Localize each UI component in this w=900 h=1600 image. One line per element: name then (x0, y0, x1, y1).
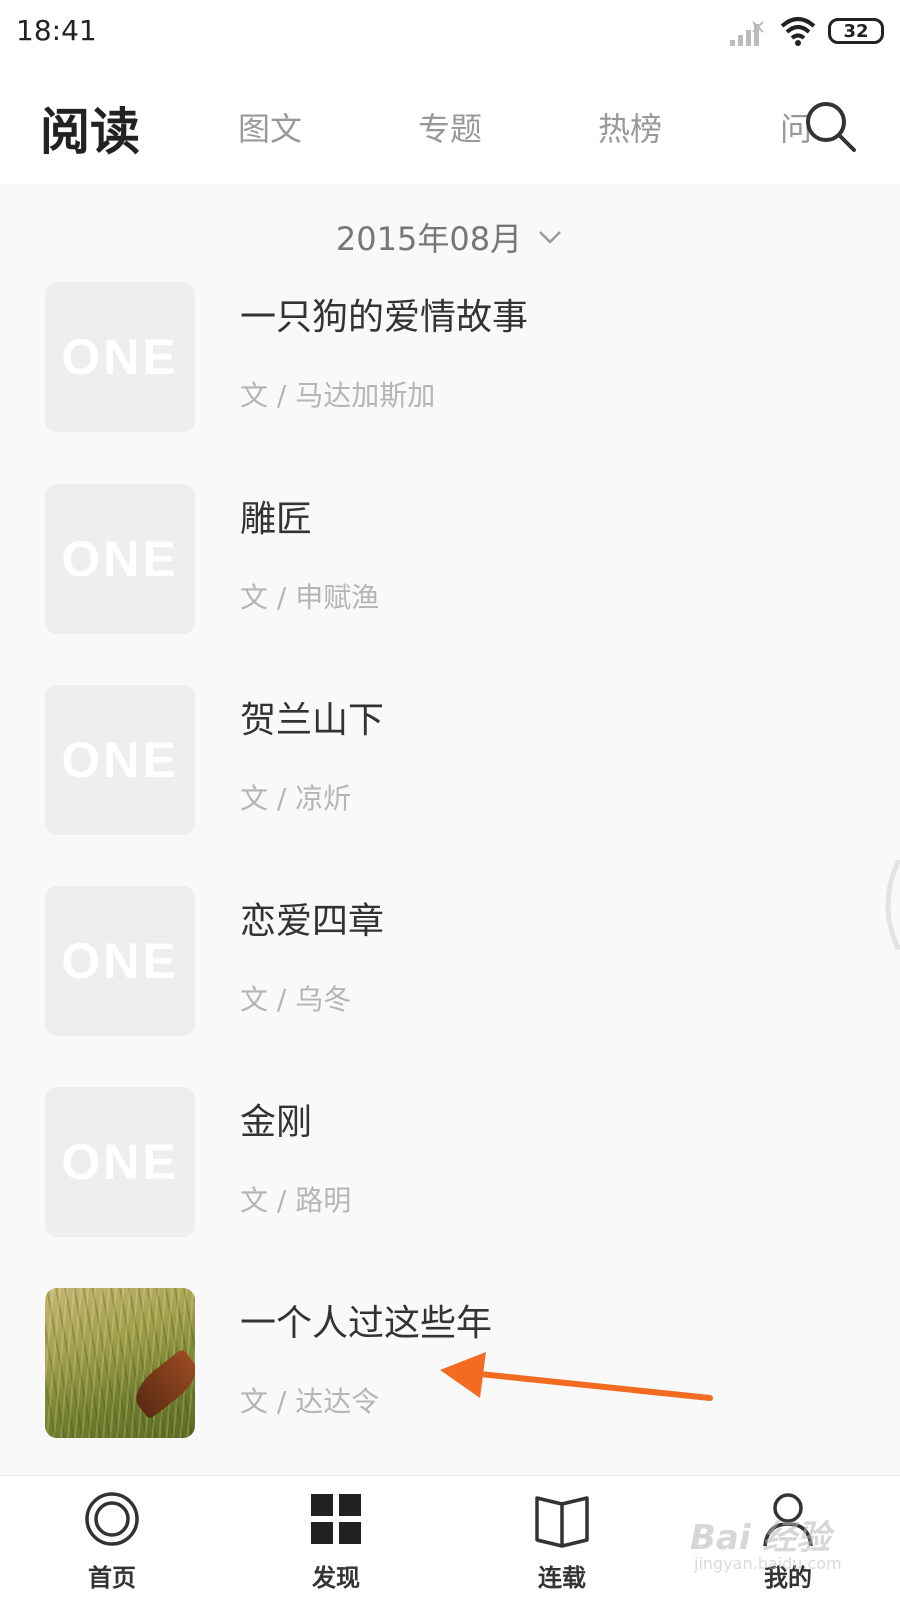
one-logo: ONE (61, 1134, 179, 1190)
article-author: 文 / 凉炘 (240, 782, 352, 815)
baidu-watermark: Bai 经验 jingyan.baidu.com (690, 1510, 890, 1590)
one-logo: ONE (61, 531, 179, 587)
battery-level: 32 (843, 20, 869, 42)
tab-zhuanti[interactable]: 专题 (418, 104, 482, 150)
article-author: 文 / 达达令 (240, 1385, 380, 1418)
thumbnail: ONE (45, 1087, 195, 1237)
thumbnail: ONE (45, 886, 195, 1036)
tab-rebang[interactable]: 热榜 (598, 104, 662, 150)
photo-thumbnail (45, 1288, 195, 1438)
month-label: 2015年08月 (335, 220, 523, 258)
thumbnail: ONE (45, 484, 195, 634)
article-title: 金刚 (240, 1102, 313, 1143)
wifi-icon (780, 17, 816, 46)
one-logo: ONE (61, 933, 179, 989)
month-selector[interactable]: 2015年08月 (0, 212, 900, 262)
list-item[interactable]: ONE 恋爱四章 文 / 乌冬 (0, 886, 900, 1046)
article-title: 雕匠 (240, 499, 313, 540)
nav-serial[interactable]: 连载 (502, 1476, 622, 1600)
grid-icon (311, 1494, 361, 1544)
thumbnail: ONE (45, 282, 195, 432)
article-author: 文 / 路明 (240, 1184, 352, 1217)
status-time: 18:41 (16, 14, 97, 47)
tab-tuwen[interactable]: 图文 (238, 104, 302, 150)
list-item[interactable]: ONE 一只狗的爱情故事 文 / 马达加斯加 (0, 282, 900, 442)
header: 阅读 图文 专题 热榜 问 (0, 64, 900, 184)
nav-label: 首页 (88, 1564, 136, 1592)
nav-label: 连载 (538, 1564, 586, 1592)
nav-label: 发现 (312, 1564, 360, 1592)
thumbnail: ONE (45, 685, 195, 835)
page-title: 阅读 (40, 103, 140, 161)
watermark-main: Bai 经验 (690, 1518, 831, 1558)
one-logo: ONE (61, 732, 179, 788)
nav-home[interactable]: 首页 (52, 1476, 172, 1600)
article-author: 文 / 申赋渔 (240, 581, 380, 614)
signal-icon (730, 21, 764, 46)
watermark-sub: jingyan.baidu.com (694, 1554, 842, 1573)
nav-discover[interactable]: 发现 (276, 1476, 396, 1600)
list-item[interactable]: ONE 金刚 文 / 路明 (0, 1087, 900, 1247)
edge-handle[interactable] (870, 860, 900, 950)
list-item[interactable]: ONE 雕匠 文 / 申赋渔 (0, 484, 900, 644)
article-author: 文 / 马达加斯加 (240, 379, 436, 412)
search-icon[interactable] (802, 98, 858, 154)
battery-icon: 32 (828, 18, 884, 44)
status-bar: 18:41 32 (0, 0, 900, 64)
one-logo: ONE (61, 329, 179, 385)
article-title: 恋爱四章 (240, 901, 385, 942)
arrow-annotation (440, 1352, 713, 1401)
book-icon (535, 1496, 589, 1548)
article-title: 一个人过这些年 (240, 1303, 493, 1344)
home-circle-icon (85, 1492, 139, 1546)
article-author: 文 / 乌冬 (240, 983, 352, 1016)
list-item[interactable]: ONE 贺兰山下 文 / 凉炘 (0, 685, 900, 845)
article-title: 一只狗的爱情故事 (240, 297, 529, 338)
chevron-down-icon (539, 231, 561, 244)
article-title: 贺兰山下 (240, 700, 385, 741)
